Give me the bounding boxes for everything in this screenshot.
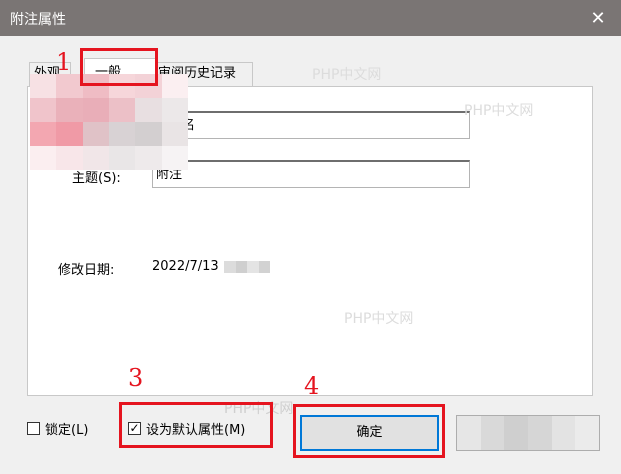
watermark: PHP中文网: [312, 67, 382, 83]
watermark: PHP中文网: [464, 103, 534, 119]
redacted-author-label: [30, 74, 188, 170]
annotation-box-4: [293, 404, 445, 458]
modified-date-label: 修改日期:: [58, 263, 115, 278]
annotation-number-1: 1: [56, 48, 72, 76]
title-bar: 附注属性 ✕: [0, 0, 621, 36]
annotation-number-4: 4: [304, 372, 320, 400]
cancel-button[interactable]: [456, 415, 600, 451]
modified-date-value: 2022/7/13: [152, 259, 219, 274]
dialog-title: 附注属性: [10, 12, 66, 28]
lock-checkbox-label: 锁定(L): [45, 422, 89, 438]
author-input[interactable]: 的姓名: [152, 111, 470, 139]
watermark: PHP中文网: [344, 311, 414, 327]
subject-input[interactable]: 附注: [152, 160, 470, 188]
redacted-time: [224, 261, 270, 273]
annotation-box-3: [119, 402, 273, 448]
annotation-box-1: [80, 48, 158, 86]
lock-checkbox-box[interactable]: [27, 421, 40, 435]
lock-checkbox[interactable]: 锁定(L): [27, 418, 88, 438]
close-icon: ✕: [590, 7, 606, 29]
redacted-button-label: [457, 416, 599, 450]
close-button[interactable]: ✕: [575, 0, 621, 36]
annotation-number-3: 3: [128, 364, 144, 392]
